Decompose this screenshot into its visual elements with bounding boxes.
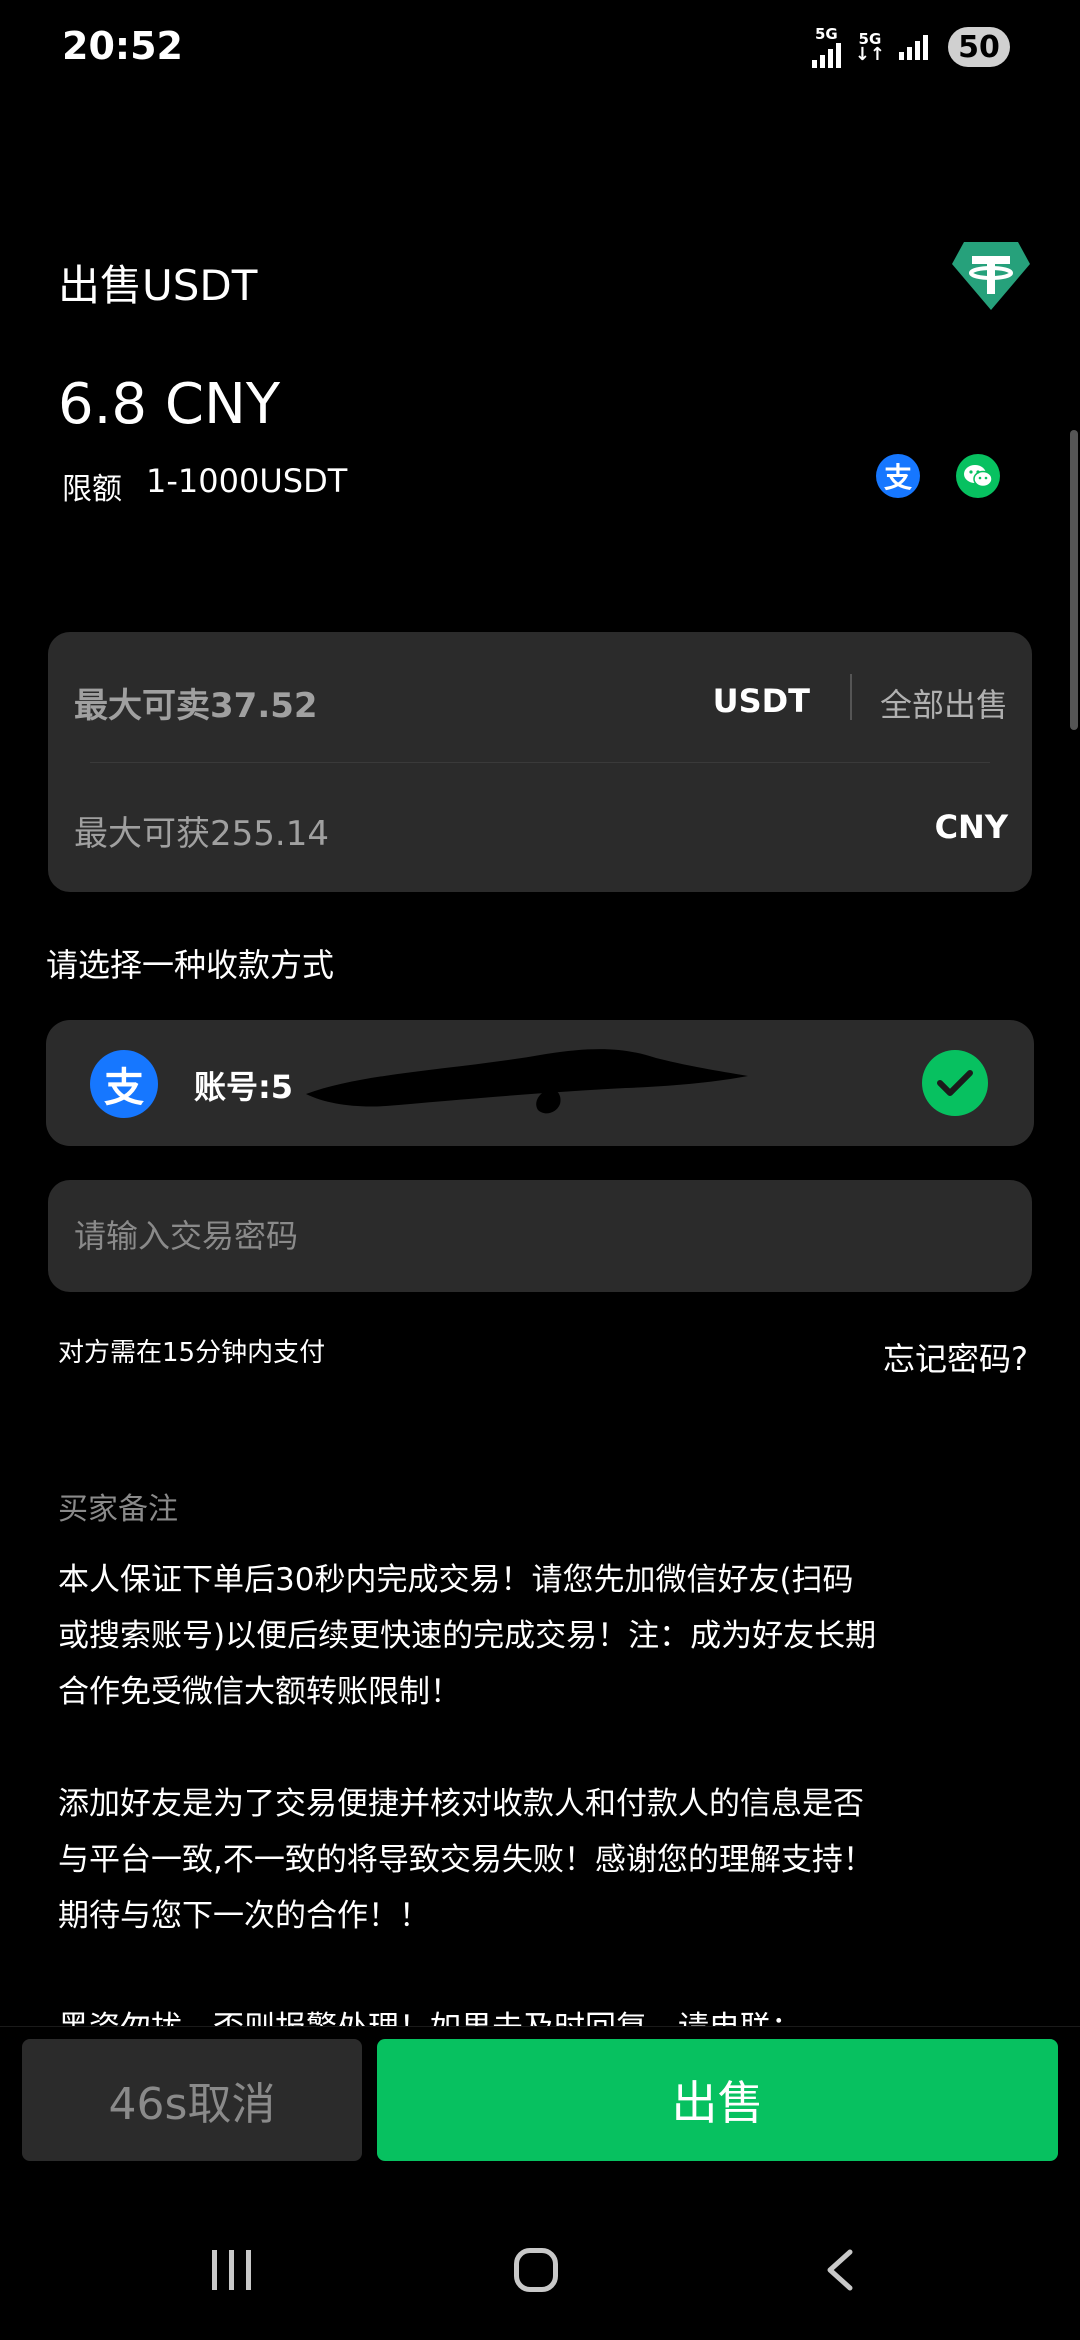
limit-label: 限额 [62,472,122,507]
max-sell-amount[interactable]: 最大可卖37.52 [74,678,318,727]
tether-logo [952,242,1030,310]
payment-method-option[interactable]: 支 账号:5 [46,1020,1034,1146]
payment-time-note: 对方需在15分钟内支付 [58,1338,326,1368]
network-label: 5G [814,25,838,43]
alipay-icon: 支 [90,1050,158,1118]
limit-value: 1-1000USDT [146,462,348,500]
network-5g-icon: 5G [811,25,841,68]
get-unit: CNY [934,808,1008,846]
row-divider [90,762,990,763]
remark-paragraph: 本人保证下单后30秒内完成交易！请您先加微信好友(扫码或搜索账号)以便后续更快速… [58,1562,877,1710]
password-input[interactable] [48,1180,1032,1292]
amount-card: 最大可卖37.52 USDT 全部出售 最大可获255.14 CNY [48,632,1032,892]
unit-divider [850,674,852,720]
check-icon [922,1050,988,1116]
sell-unit: USDT [712,682,810,720]
status-time: 20:52 [62,24,183,68]
data-arrows-icon: ↓↑ [854,44,885,65]
cancel-button[interactable]: 46s取消 [22,2039,362,2161]
remark-paragraph: 添加好友是为了交易便捷并核对收款人和付款人的信息是否与平台一致,不一致的将导致交… [58,1786,874,1934]
recent-apps-icon[interactable] [212,2250,251,2290]
network-5g-data-icon: 5G ↓↑ [854,31,885,65]
system-nav-bar [0,2220,1080,2330]
account-number: 账号:5 [194,1068,294,1106]
payment-method-label: 请选择一种收款方式 [46,946,335,984]
redaction-mark [306,1049,748,1114]
battery-icon: 50 [948,27,1010,67]
max-get-amount[interactable]: 最大可获255.14 [74,806,329,855]
buyer-remark-label: 买家备注 [58,1492,178,1527]
wechat-icon [956,454,1000,498]
sell-all-button[interactable]: 全部出售 [880,680,1008,726]
scrollbar[interactable] [1070,430,1078,730]
sell-button[interactable]: 出售 [377,2039,1058,2161]
alipay-icon: 支 [876,454,920,498]
signal-strength-icon [899,34,928,60]
signal-bars-icon [811,42,841,68]
back-icon[interactable] [822,2248,856,2292]
status-bar: 20:52 5G 5G ↓↑ 50 [0,0,1080,100]
page-title: 出售USDT [58,261,258,310]
home-icon[interactable] [514,2248,558,2292]
forgot-password-link[interactable]: 忘记密码? [883,1334,1028,1380]
unit-price: 6.8 CNY [58,372,281,437]
status-icons: 5G 5G ↓↑ 50 [811,25,1010,68]
